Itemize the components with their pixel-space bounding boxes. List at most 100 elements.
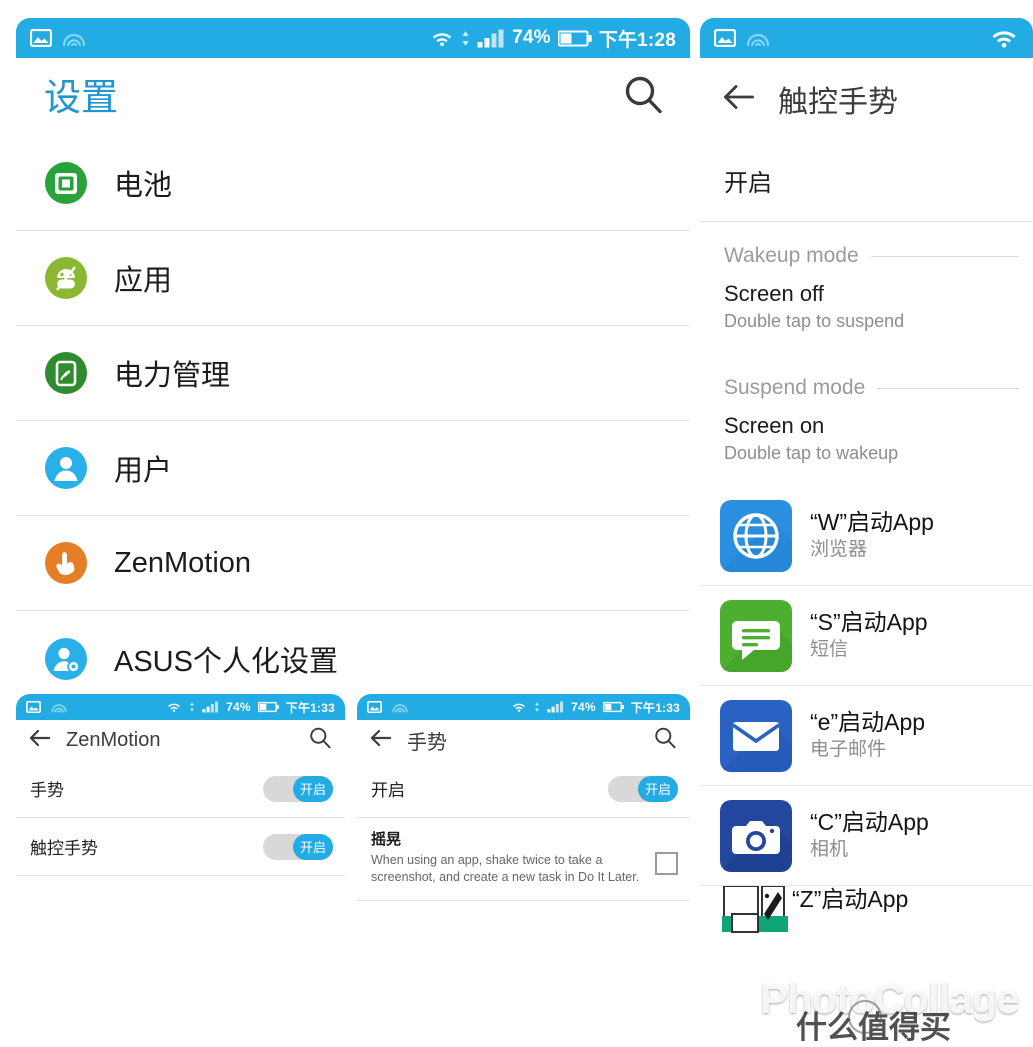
- row-label: 手势: [30, 781, 64, 800]
- wifi-icon: [992, 31, 1016, 48]
- settings-screen-panel: 74% 下午1:28 设置 电池 应用 电力管理 用户 ZenMotion AS…: [16, 18, 690, 684]
- email-envelope-icon: [720, 699, 792, 772]
- section-heading: Wakeup mode: [724, 244, 859, 267]
- back-button[interactable]: [28, 728, 52, 753]
- touch-item-screen-off[interactable]: Screen off Double tap to suspend: [700, 274, 1033, 354]
- app-text-block: “S”启动App 短信: [810, 609, 928, 662]
- clock-label: 下午1:33: [630, 700, 680, 715]
- power-management-icon: [45, 352, 87, 394]
- touch-gesture-toggle[interactable]: 开启: [263, 833, 333, 860]
- wifi-icon: [432, 32, 452, 46]
- battery-percent-label: 74%: [512, 27, 551, 48]
- app-text-block: “Z”启动App: [792, 886, 908, 914]
- gesture-screen-panel: 74% 下午1:33 手势 开启 开启 摇晃 When using an app…: [357, 694, 690, 1041]
- back-arrow-icon: [370, 729, 392, 746]
- battery-icon: [257, 701, 279, 713]
- settings-item-apps[interactable]: 应用: [16, 231, 690, 326]
- clock-label: 下午1:33: [285, 700, 335, 715]
- photo-collage-canvas: 74% 下午1:28 设置 电池 应用 电力管理 用户 ZenMotion AS…: [0, 0, 1033, 1045]
- status-bar: 74% 下午1:28: [16, 18, 690, 58]
- back-arrow-icon: [29, 729, 51, 746]
- touch-app-row-e[interactable]: “e”启动App 电子邮件: [700, 686, 1033, 786]
- nfc-icon: [392, 704, 408, 713]
- signal-bars-icon: [547, 701, 564, 713]
- nfc-icon: [63, 34, 85, 46]
- data-arrows-icon: [535, 702, 540, 712]
- data-arrows-icon: [462, 30, 469, 46]
- search-button[interactable]: [652, 725, 678, 756]
- wifi-icon: [168, 703, 181, 712]
- settings-item-label: 用户: [114, 455, 173, 487]
- search-icon: [310, 727, 331, 748]
- nfc-icon: [747, 34, 769, 46]
- zenmotion-screen-panel: 74% 下午1:33 ZenMotion 手势 开启 触控手势 开启: [16, 694, 345, 1041]
- gesture-enable-toggle[interactable]: 开启: [608, 775, 678, 802]
- touch-app-row-partial[interactable]: “Z”启动App: [700, 886, 1033, 946]
- settings-item-battery[interactable]: 电池: [16, 136, 690, 231]
- toggle-knob-label: 开启: [638, 775, 678, 802]
- data-arrows-icon: [190, 702, 195, 712]
- picture-icon: [30, 29, 52, 47]
- settings-header: 设置: [16, 58, 690, 136]
- settings-item-asus-customized[interactable]: ASUS个人化设置: [16, 611, 690, 684]
- wifi-icon: [513, 703, 526, 712]
- zenmotion-row-gesture[interactable]: 手势 开启: [16, 760, 345, 818]
- touch-app-row-w[interactable]: “W”启动App 浏览器: [700, 486, 1033, 586]
- photo-editor-icon: [722, 886, 788, 933]
- section-heading: Suspend mode: [724, 376, 866, 399]
- status-bar-right-icons: 74% 下午1:33: [511, 699, 680, 716]
- gesture-enable-row[interactable]: 开启 开启: [357, 760, 690, 818]
- settings-item-label: ZenMotion: [114, 546, 252, 579]
- app-shortcut-label: “Z”启动App: [792, 886, 909, 912]
- shake-setting-row[interactable]: 摇晃 When using an app, shake twice to tak…: [357, 818, 690, 901]
- item-subtitle: Double tap to suspend: [724, 310, 905, 331]
- picture-icon: [714, 29, 736, 47]
- item-title: Screen on: [724, 413, 825, 438]
- app-name-label: 电子邮件: [810, 739, 887, 761]
- settings-item-label: 应用: [114, 265, 173, 297]
- touch-app-row-s[interactable]: “S”启动App 短信: [700, 586, 1033, 686]
- toggle-knob-label: 开启: [293, 775, 333, 802]
- app-text-block: “C”启动App 相机: [810, 809, 929, 862]
- app-text-block: “W”启动App 浏览器: [810, 509, 934, 562]
- settings-item-zenmotion[interactable]: ZenMotion: [16, 516, 690, 611]
- section-divider: [877, 387, 1019, 389]
- status-bar: [700, 18, 1033, 58]
- shake-text-block: 摇晃 When using an app, shake twice to tak…: [371, 828, 655, 886]
- gesture-toggle[interactable]: 开启: [263, 775, 333, 802]
- status-bar-right-icons: 74% 下午1:33: [166, 699, 335, 716]
- back-button[interactable]: [720, 82, 758, 117]
- touch-gesture-screen-panel: 触控手势 开启 Wakeup mode Screen off Double ta…: [700, 18, 1033, 1041]
- picture-icon: [367, 701, 382, 713]
- settings-item-power-management[interactable]: 电力管理: [16, 326, 690, 421]
- user-icon: [45, 447, 87, 489]
- zenmotion-row-touch-gesture[interactable]: 触控手势 开启: [16, 818, 345, 876]
- signal-bars-icon: [477, 29, 504, 47]
- app-name-label: 相机: [810, 839, 849, 861]
- status-bar-left-icons: [367, 701, 408, 713]
- settings-item-label: ASUS个人化设置: [114, 645, 338, 678]
- touch-app-row-c[interactable]: “C”启动App 相机: [700, 786, 1033, 886]
- app-shortcut-label: “e”启动App: [810, 708, 926, 735]
- app-name-label: 浏览器: [810, 539, 868, 561]
- nfc-icon: [51, 704, 67, 713]
- search-button[interactable]: [307, 725, 333, 756]
- status-bar: 74% 下午1:33: [357, 694, 690, 720]
- row-label: 开启: [371, 781, 405, 800]
- settings-item-label: 电力管理: [114, 360, 231, 392]
- battery-circle-icon: [45, 162, 87, 204]
- back-button[interactable]: [369, 728, 393, 753]
- picture-icon: [26, 701, 41, 713]
- user-gear-icon: [45, 637, 87, 680]
- status-bar-right-icons: [989, 26, 1019, 50]
- android-apps-icon: [45, 257, 87, 299]
- battery-percent-label: 74%: [571, 700, 596, 714]
- settings-item-users[interactable]: 用户: [16, 421, 690, 516]
- shake-description: When using an app, shake twice to take a…: [371, 853, 640, 884]
- shake-checkbox[interactable]: [655, 852, 678, 875]
- camera-icon: [720, 799, 792, 872]
- touch-enable-row[interactable]: 开启: [700, 140, 1033, 222]
- touch-item-screen-on[interactable]: Screen on Double tap to wakeup: [700, 406, 1033, 486]
- status-bar-left-icons: [26, 701, 67, 713]
- search-button[interactable]: [620, 72, 666, 123]
